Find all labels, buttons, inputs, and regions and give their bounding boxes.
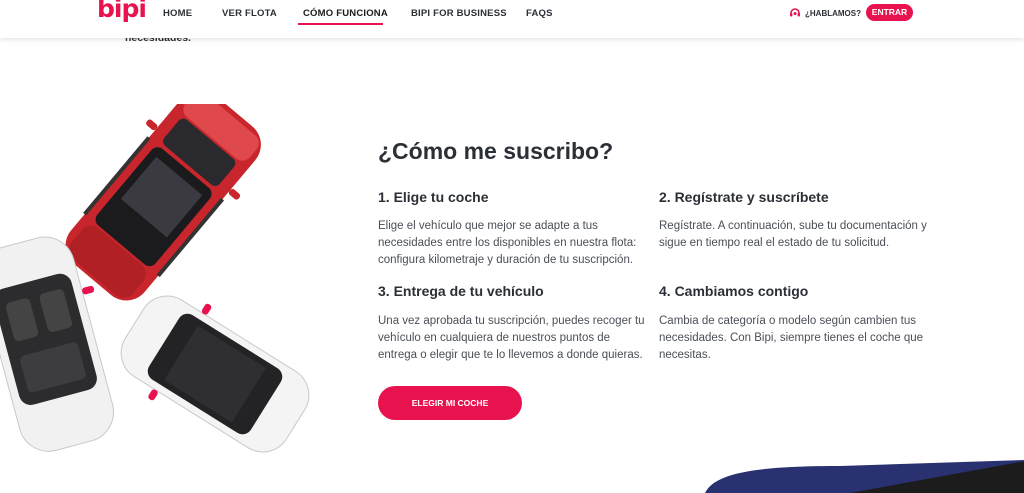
active-nav-indicator xyxy=(298,23,383,25)
nav-como-funciona[interactable]: CÓMO FUNCIONA xyxy=(303,8,388,19)
cars-illustration xyxy=(0,104,310,453)
nav-ver-flota[interactable]: VER FLOTA xyxy=(222,8,277,19)
bipi-logo[interactable]: bipi xyxy=(97,0,147,23)
step-4-text: Cambia de categoría o modelo según cambi… xyxy=(659,315,924,361)
step-4-title: 4. Cambiamos contigo xyxy=(659,283,809,299)
nav-bipi-for-business[interactable]: BIPI FOR BUSINESS xyxy=(411,8,507,19)
step-3-title: 3. Entrega de tu vehículo xyxy=(378,283,544,299)
red-car-icon xyxy=(65,104,261,301)
help-label: ¿HABLAMOS? xyxy=(805,8,861,18)
white-compact-car-icon xyxy=(120,295,310,453)
step-3-text: Una vez aprobada tu suscripción, puedes … xyxy=(378,315,645,361)
step-2-text: Regístrate. A continuación, sube tu docu… xyxy=(659,220,927,249)
help-contact-link[interactable]: ¿HABLAMOS? xyxy=(789,7,861,19)
login-button[interactable]: ENTRAR xyxy=(866,4,913,21)
headset-icon xyxy=(790,8,800,17)
step-1-title: 1. Elige tu coche xyxy=(378,189,489,205)
choose-car-button[interactable]: ELEGIR MI COCHE xyxy=(378,386,522,420)
step-2-title: 2. Regístrate y suscríbete xyxy=(659,189,829,205)
nav-faqs[interactable]: FAQS xyxy=(526,8,553,19)
nav-home[interactable]: HOME xyxy=(163,8,192,19)
top-navigation-bar: bipi HOME VER FLOTA CÓMO FUNCIONA BIPI F… xyxy=(0,0,1024,38)
section-title: ¿Cómo me suscribo? xyxy=(378,138,614,164)
step-1-text: Elige el vehículo que mejor se adapte a … xyxy=(378,220,637,266)
decorative-shape xyxy=(705,460,1024,493)
